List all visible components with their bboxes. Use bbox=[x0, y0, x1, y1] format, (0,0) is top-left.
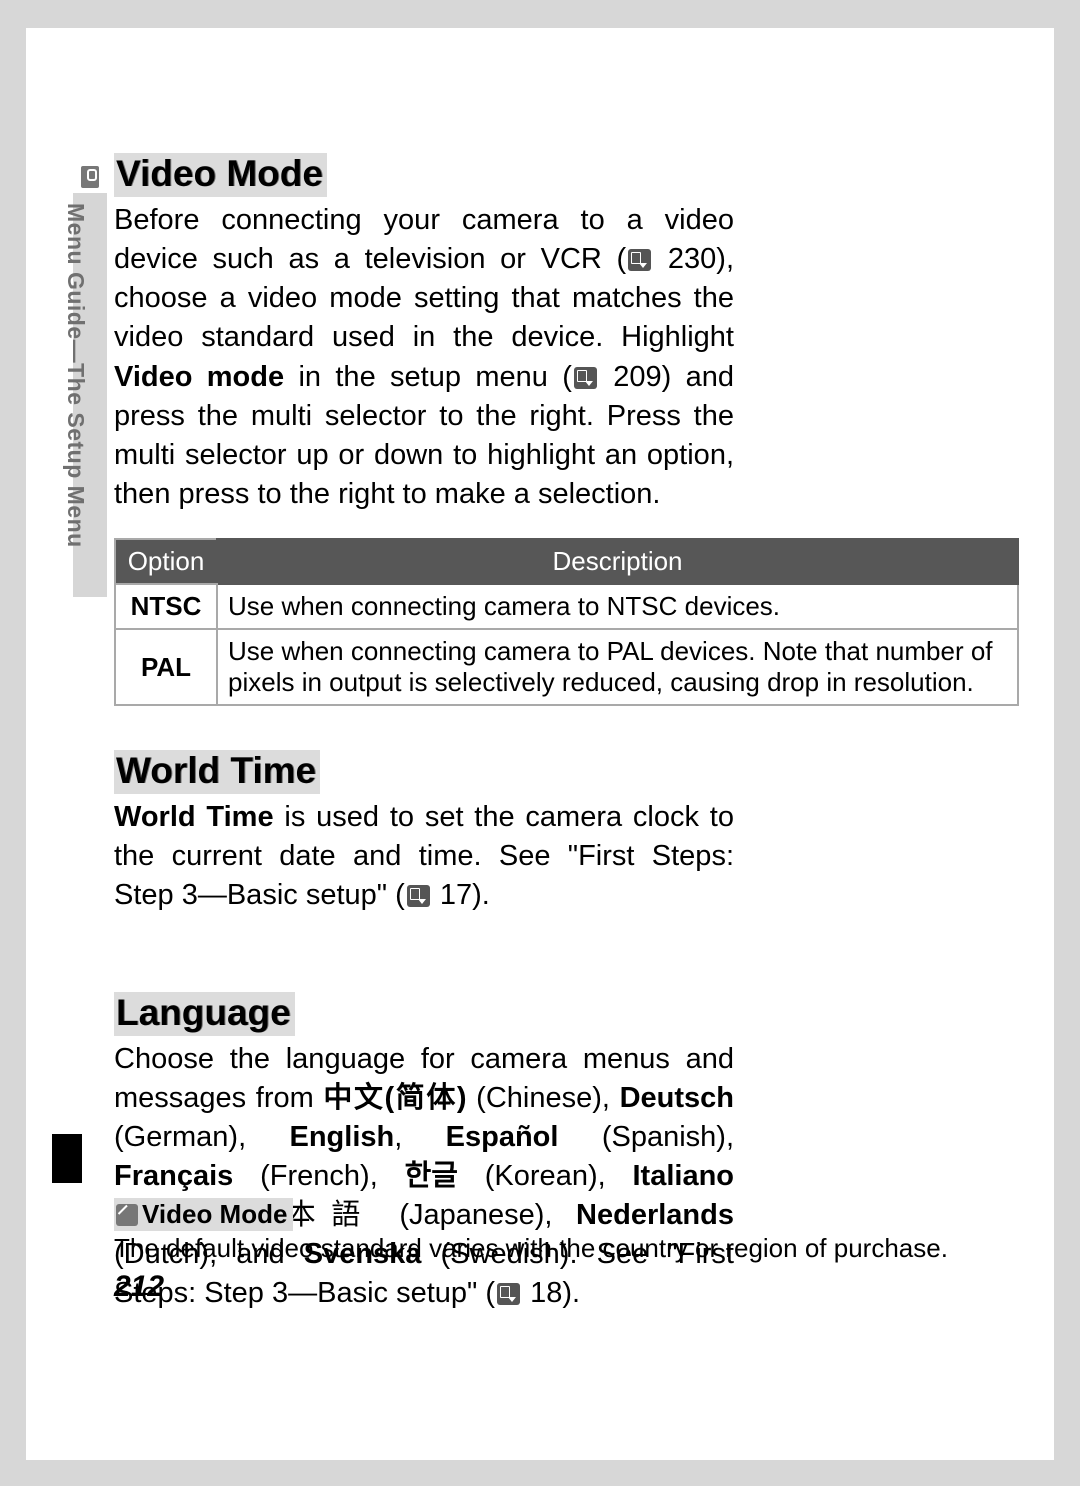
option-pal: PAL bbox=[115, 629, 217, 705]
desc-pal: Use when connecting camera to PAL device… bbox=[217, 629, 1018, 705]
thumb-tab bbox=[52, 1134, 82, 1183]
section-world-time: World Time World Time is used to set the… bbox=[114, 750, 1024, 915]
table-header-row: Option Description bbox=[115, 539, 1018, 584]
heading-language: Language bbox=[114, 992, 295, 1036]
heading-world-time: World Time bbox=[114, 750, 320, 794]
video-mode-paragraph: Before connecting your camera to a video… bbox=[114, 201, 734, 514]
page-ref-icon bbox=[574, 367, 597, 389]
option-ntsc: NTSC bbox=[115, 584, 217, 629]
heading-video-mode: Video Mode bbox=[114, 153, 327, 197]
page-number: 212 bbox=[114, 1270, 1024, 1304]
manual-page: Menu Guide—The Setup Menu Video Mode Bef… bbox=[26, 28, 1054, 1460]
world-time-paragraph: World Time is used to set the camera clo… bbox=[114, 798, 734, 915]
video-mode-table: Option Description NTSC Use when connect… bbox=[114, 538, 1019, 706]
col-description: Description bbox=[217, 539, 1018, 584]
footnote-title: Video Mode bbox=[114, 1198, 293, 1231]
page-ref-icon bbox=[407, 885, 430, 907]
page-ref-icon bbox=[628, 249, 651, 271]
desc-ntsc: Use when connecting camera to NTSC devic… bbox=[217, 584, 1018, 629]
table-row: NTSC Use when connecting camera to NTSC … bbox=[115, 584, 1018, 629]
wrench-icon bbox=[81, 166, 99, 188]
col-option: Option bbox=[115, 539, 217, 584]
footnote-body: The default video standard varies with t… bbox=[114, 1233, 1024, 1264]
footnote-block: Video Mode The default video standard va… bbox=[114, 1198, 1024, 1304]
table-row: PAL Use when connecting camera to PAL de… bbox=[115, 629, 1018, 705]
main-content: Video Mode Before connecting your camera… bbox=[114, 153, 1024, 1320]
pencil-icon bbox=[116, 1204, 138, 1226]
section-video-mode: Video Mode Before connecting your camera… bbox=[114, 153, 1024, 706]
